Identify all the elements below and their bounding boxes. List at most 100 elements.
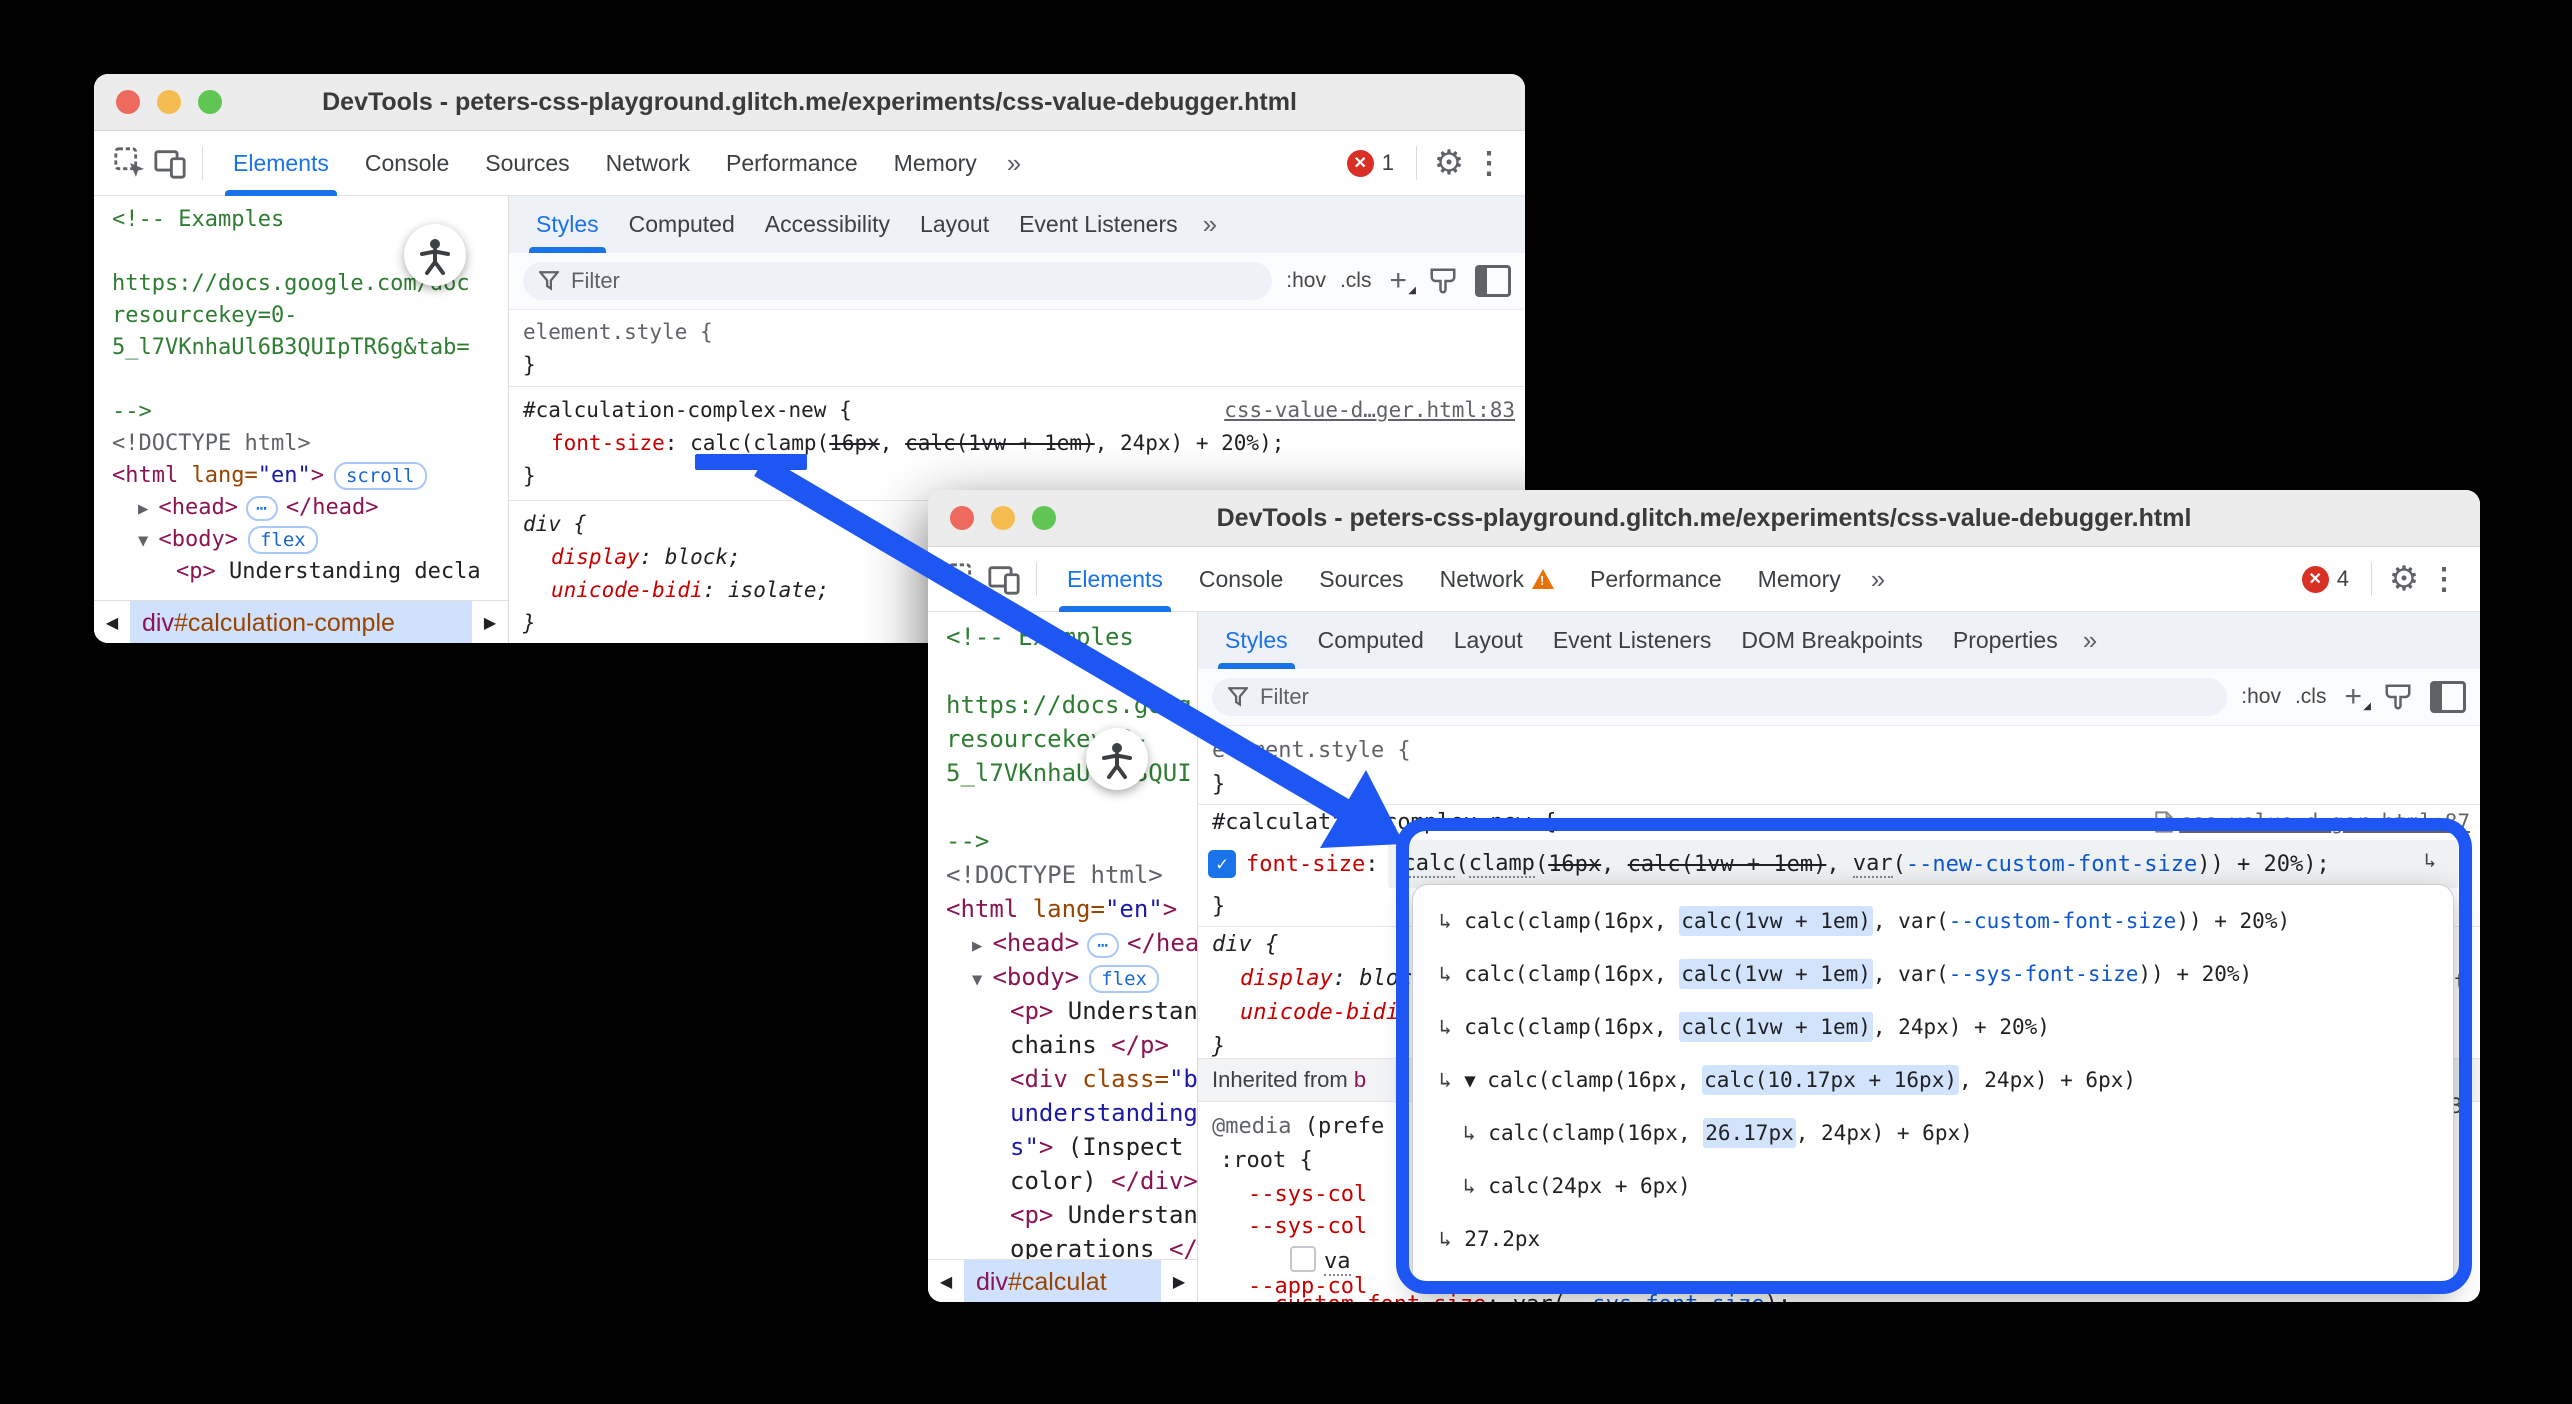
element-style-selector[interactable]: element.style {: [1212, 738, 1411, 763]
tab-label: Performance: [1590, 566, 1722, 593]
tab-label: Elements: [233, 150, 329, 177]
accessibility-person-icon[interactable]: [404, 224, 466, 286]
close-brace: }: [523, 353, 536, 377]
breadcrumb-tag: div: [142, 609, 174, 638]
inspect-element-icon[interactable]: [946, 561, 982, 597]
dock-side-icon[interactable]: [2430, 681, 2466, 713]
tab-memory[interactable]: Memory: [1742, 547, 1857, 611]
css-declaration[interactable]: display: block;: [1240, 966, 1439, 991]
stylesheet-link[interactable]: css-value-d…ger.html:83: [1224, 398, 1515, 422]
rule-selector[interactable]: #calculation-complex-new {: [523, 398, 852, 422]
tab-computed[interactable]: Computed: [1303, 612, 1439, 669]
canvas: DevTools - peters-css-playground.glitch.…: [0, 0, 2572, 1404]
error-badge[interactable]: ✕ 4: [2294, 566, 2357, 593]
breadcrumb-next-icon[interactable]: ▶: [472, 601, 508, 643]
css-declaration[interactable]: --sys-col: [1248, 1182, 1367, 1207]
more-tabs-icon[interactable]: »: [2073, 625, 2107, 656]
code-segment: )) + 20%);: [2197, 852, 2329, 877]
declaration-checkbox[interactable]: ✓: [1208, 850, 1236, 878]
css-declaration[interactable]: --custom-font-size: var(--sys-font-size)…: [1248, 1292, 1791, 1302]
code-segment: <html: [112, 463, 178, 488]
tab-event-listeners[interactable]: Event Listeners: [1538, 612, 1727, 669]
code-segment: <!-- Examples: [112, 207, 284, 232]
css-declaration[interactable]: font-size: calc(clamp(16px, calc(1vw + 1…: [551, 431, 1284, 455]
filter-input[interactable]: Filter: [1212, 678, 2227, 716]
code-segment: display: [551, 545, 640, 569]
code-segment: : block;: [640, 545, 741, 569]
code-segment: ↳: [1439, 962, 1464, 986]
tab-memory[interactable]: Memory: [878, 131, 993, 195]
rendering-emulation-icon[interactable]: [2380, 679, 2416, 715]
toggle-class-button[interactable]: .cls: [1340, 269, 1372, 293]
calc-evaluation-popover[interactable]: ↳ calc(clamp(16px, calc(1vw + 1em), var(…: [1412, 884, 2454, 1292]
css-declaration[interactable]: --sys-col: [1248, 1214, 1367, 1239]
kebab-menu-icon[interactable]: ⋮: [1471, 145, 1507, 181]
breadcrumb-tag: div: [976, 1268, 1008, 1297]
toggle-hover-button[interactable]: :hov: [1286, 269, 1326, 293]
dom-tree[interactable]: <!-- Examples https://docs.googresourcek…: [928, 612, 1197, 1266]
tab-layout[interactable]: Layout: [1439, 612, 1538, 669]
code-segment: ↳: [1439, 1068, 1464, 1092]
tab-network[interactable]: Network: [590, 131, 706, 195]
css-declaration[interactable]: unicode-bidi: isolate;: [551, 578, 829, 602]
dock-side-icon[interactable]: [1475, 265, 1511, 297]
tab-properties[interactable]: Properties: [1938, 612, 2073, 669]
device-toolbar-icon[interactable]: [986, 561, 1022, 597]
breadcrumb-item[interactable]: div#calculation-comple: [130, 601, 472, 643]
code-segment: :root {: [1220, 1148, 1313, 1173]
element-style-selector[interactable]: element.style {: [523, 320, 713, 344]
tab-console[interactable]: Console: [1183, 547, 1299, 611]
inspect-element-icon[interactable]: [112, 145, 148, 181]
property-value[interactable]: calc(clamp(16px, calc(1vw + 1em), var(--…: [1388, 840, 2458, 888]
tab-computed[interactable]: Computed: [614, 196, 750, 253]
styles-subtabs: Styles Computed Accessibility Layout Eve…: [509, 196, 1525, 253]
root-selector[interactable]: :root {: [1220, 1148, 1313, 1173]
tab-sources[interactable]: Sources: [469, 131, 585, 195]
css-declaration[interactable]: display: block;: [551, 545, 741, 569]
tab-event-listeners[interactable]: Event Listeners: [1004, 196, 1193, 253]
tab-styles[interactable]: Styles: [1210, 612, 1303, 669]
filter-input[interactable]: Filter: [523, 262, 1272, 300]
new-style-rule-icon[interactable]: +◢: [2344, 680, 2362, 714]
more-tabs-icon[interactable]: »: [997, 148, 1031, 179]
tab-dom-breakpoints[interactable]: DOM Breakpoints: [1726, 612, 1938, 669]
ua-rule-selector[interactable]: div {: [1212, 932, 1278, 957]
breadcrumb-next-icon[interactable]: ▶: [1161, 1260, 1197, 1302]
rule-selector[interactable]: #calculation-complex-new {: [1212, 810, 1556, 835]
more-tabs-icon[interactable]: »: [1193, 209, 1227, 240]
stylesheet-link[interactable]: css-value-d…ger.html:87: [2155, 810, 2470, 834]
kebab-menu-icon[interactable]: ⋮: [2426, 561, 2462, 597]
tab-elements[interactable]: Elements: [217, 131, 345, 195]
tab-elements[interactable]: Elements: [1051, 547, 1179, 611]
toggle-hover-button[interactable]: :hov: [2241, 685, 2281, 709]
tab-console[interactable]: Console: [349, 131, 465, 195]
gear-icon[interactable]: ⚙: [2386, 561, 2422, 597]
error-badge[interactable]: ✕ 1: [1339, 150, 1402, 177]
declaration-checkbox-unchecked[interactable]: [1290, 1246, 1316, 1272]
css-declaration-disabled[interactable]: va: [1290, 1246, 1351, 1274]
device-toolbar-icon[interactable]: [152, 145, 188, 181]
tab-sources[interactable]: Sources: [1303, 547, 1419, 611]
more-tabs-icon[interactable]: »: [1861, 564, 1895, 595]
tab-accessibility[interactable]: Accessibility: [750, 196, 905, 253]
property-name[interactable]: font-size:: [1246, 852, 1378, 877]
tab-network[interactable]: Network!: [1424, 547, 1570, 611]
rendering-emulation-icon[interactable]: [1425, 263, 1461, 299]
code-segment: font-size: [551, 431, 665, 455]
toggle-class-button[interactable]: .cls: [2295, 685, 2327, 709]
accessibility-person-icon[interactable]: [1086, 728, 1148, 790]
code-segment: ⋯: [1087, 933, 1119, 958]
breadcrumb-prev-icon[interactable]: ◀: [928, 1260, 964, 1302]
code-segment: calc(clamp(16px,: [1464, 1015, 1679, 1039]
ua-rule-selector[interactable]: div {: [523, 512, 586, 536]
tab-performance[interactable]: Performance: [1574, 547, 1738, 611]
tab-performance[interactable]: Performance: [710, 131, 874, 195]
code-segment: calc(24px + 6px): [1488, 1174, 1690, 1198]
window-title: DevTools - peters-css-playground.glitch.…: [94, 88, 1525, 117]
breadcrumb-prev-icon[interactable]: ◀: [94, 601, 130, 643]
gear-icon[interactable]: ⚙: [1431, 145, 1467, 181]
tab-layout[interactable]: Layout: [905, 196, 1004, 253]
new-style-rule-icon[interactable]: +◢: [1389, 264, 1407, 298]
breadcrumb-item[interactable]: div#calculat: [964, 1260, 1161, 1302]
tab-styles[interactable]: Styles: [521, 196, 614, 253]
